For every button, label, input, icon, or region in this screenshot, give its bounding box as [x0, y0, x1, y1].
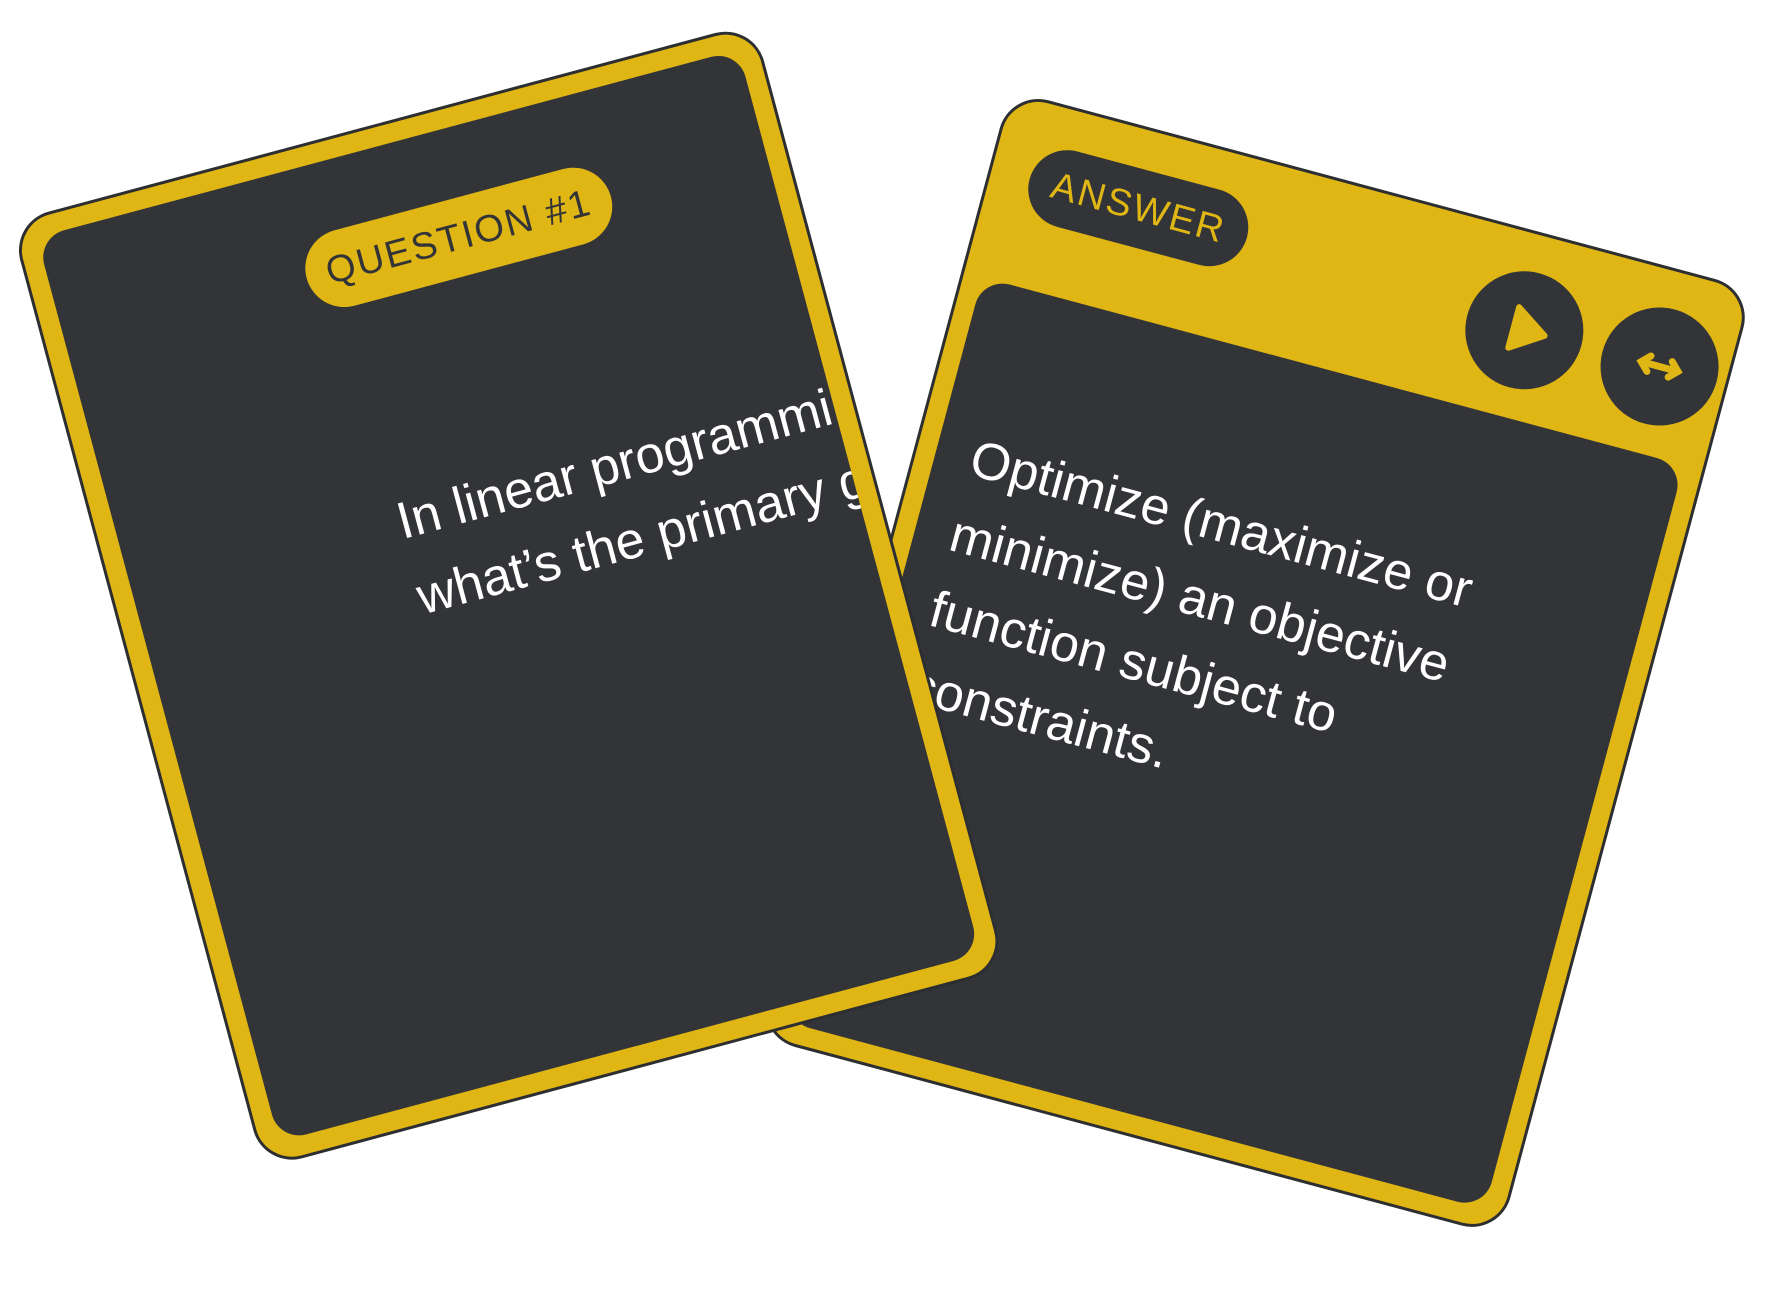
question-label: QUESTION #1	[296, 158, 621, 316]
question-panel: QUESTION #1 In linear programming, what’…	[36, 49, 981, 1142]
answer-text: Optimize (maximize or minimize) an objec…	[903, 429, 1479, 781]
question-card[interactable]: QUESTION #1 In linear programming, what’…	[10, 22, 1008, 1169]
